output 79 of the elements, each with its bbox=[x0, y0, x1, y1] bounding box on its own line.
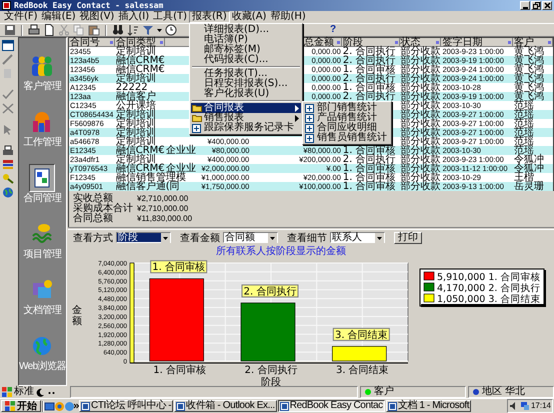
table-cell: 部分收款 bbox=[400, 181, 441, 192]
total-value: ¥11,830,000.00 bbox=[137, 214, 192, 224]
table-cell: 部分收款 bbox=[400, 109, 441, 120]
table-cell: 部分收款 bbox=[400, 118, 441, 129]
annotation-label: 1. 合同审核 bbox=[150, 260, 208, 273]
window-title: RedBook Easy Contact - salessam bbox=[14, 0, 164, 10]
control-label: 查看细节 bbox=[287, 232, 327, 245]
table-cell: 企业业 bbox=[166, 145, 196, 156]
table-cell: 黄飞鸿 bbox=[514, 64, 544, 75]
table-cell: 黄飞鸿 bbox=[514, 73, 544, 84]
category-label: 3. 合同结束 bbox=[336, 364, 389, 376]
table-cell: 岳灵珊 bbox=[514, 181, 544, 192]
table-cell: 定制培训 bbox=[116, 127, 156, 138]
sidebar-label: 工作管理 bbox=[24, 137, 62, 148]
category-label: 1. 合同审核 bbox=[153, 364, 206, 376]
annotation-label: 3. 合同结束 bbox=[332, 328, 390, 341]
table-cell: 部分收款 bbox=[400, 172, 441, 183]
sidebar-label: Web浏览器 bbox=[18, 361, 66, 372]
table-cell: 黄飞鸿 bbox=[514, 82, 544, 93]
table-cell: 公开课培 bbox=[116, 100, 156, 111]
table-cell: 1. 合同审核 bbox=[342, 181, 396, 192]
table-cell: 部分收款 bbox=[400, 154, 441, 165]
table-cell: 部分收款 bbox=[400, 136, 441, 147]
table-cell: 定制培训 bbox=[116, 46, 156, 57]
table-cell: 定制培训 bbox=[116, 154, 156, 165]
toolbar-label: 标准 bbox=[14, 387, 34, 397]
table-cell: 融信客户通(同 bbox=[116, 181, 180, 192]
table-cell: 部分收款 bbox=[400, 46, 441, 57]
table-cell: 黄飞鸿 bbox=[514, 91, 544, 102]
annotation-label: 2. 合同执行 bbox=[242, 284, 298, 298]
table-cell: 融信客户 bbox=[116, 91, 156, 102]
table-cell: 1. 合同审核 bbox=[342, 172, 396, 183]
table-cell: 部分收款 bbox=[400, 82, 441, 93]
table-cell: 部分收款 bbox=[400, 55, 441, 66]
table-cell: 2. 合同执行 bbox=[342, 73, 396, 84]
y-axis-label: 金额 bbox=[72, 304, 82, 327]
table-cell: 部分收款 bbox=[400, 91, 441, 102]
table-cell: 2. 合同执行 bbox=[342, 91, 396, 102]
table-cell: 令狐冲 bbox=[514, 154, 544, 165]
control-label: 查看方式 bbox=[73, 232, 113, 245]
table-cell: 部分收款 bbox=[400, 163, 441, 174]
table-cell: 1. 合同审核 bbox=[342, 163, 396, 174]
total-label: 合同总额 bbox=[73, 214, 114, 224]
table-cell: 部分收款 bbox=[400, 127, 441, 138]
table-cell: 1. 合同审核 bbox=[342, 64, 396, 75]
table-cell: 部分收款 bbox=[400, 64, 441, 75]
status-text: 地区 华北 bbox=[482, 387, 526, 397]
x-axis-label: 阶段 bbox=[261, 376, 281, 386]
table-cell: 定制培训 bbox=[116, 109, 156, 120]
category-label: 2. 合同执行 bbox=[244, 364, 298, 376]
sidebar-label: 项目管理 bbox=[24, 249, 62, 260]
sidebar-label: 文档管理 bbox=[24, 305, 62, 316]
control-label: 查看金额 bbox=[180, 232, 220, 245]
table-cell: 1. 合同审核 bbox=[342, 82, 396, 93]
status-text: 客户 bbox=[374, 387, 394, 397]
table-cell: 令狐冲 bbox=[514, 163, 544, 174]
table-cell: 部分收款 bbox=[400, 73, 441, 84]
table-cell: 定制培训 bbox=[116, 73, 156, 84]
total-label: 采购成本合计 bbox=[73, 204, 134, 214]
sidebar-label: 合同管理 bbox=[24, 193, 62, 204]
clock: 17:14 bbox=[530, 401, 551, 411]
legend-label: 5,910,000 1. 合同审核 bbox=[437, 272, 540, 283]
table-cell: 定制培训 bbox=[116, 118, 156, 129]
table-cell: 2. 合同执行 bbox=[342, 154, 396, 165]
sidebar-label: 客户管理 bbox=[24, 81, 62, 92]
table-cell: 黄飞鸿 bbox=[514, 55, 544, 66]
table-cell: 定制培训 bbox=[116, 136, 156, 147]
legend-label: 4,170,000 2. 合同执行 bbox=[437, 282, 540, 294]
total-value: ¥2,710,000.00 bbox=[137, 204, 188, 214]
chart-title: 所有联系人按阶段显示的金额 bbox=[215, 246, 347, 257]
table-cell: 黄飞鸿 bbox=[514, 46, 544, 57]
table-cell: 2. 合同执行 bbox=[342, 55, 396, 66]
table-cell: 部分收款 bbox=[400, 100, 441, 111]
table-cell: 部分收款 bbox=[400, 145, 441, 156]
table-cell: 2. 合同执行 bbox=[342, 46, 396, 57]
total-value: ¥2,710,000.00 bbox=[137, 194, 188, 204]
legend-label: 1,050,000 3. 合同结束 bbox=[437, 294, 540, 305]
total-label: 实收总额 bbox=[73, 194, 113, 204]
table-cell: 融信CRM€ bbox=[116, 55, 165, 66]
